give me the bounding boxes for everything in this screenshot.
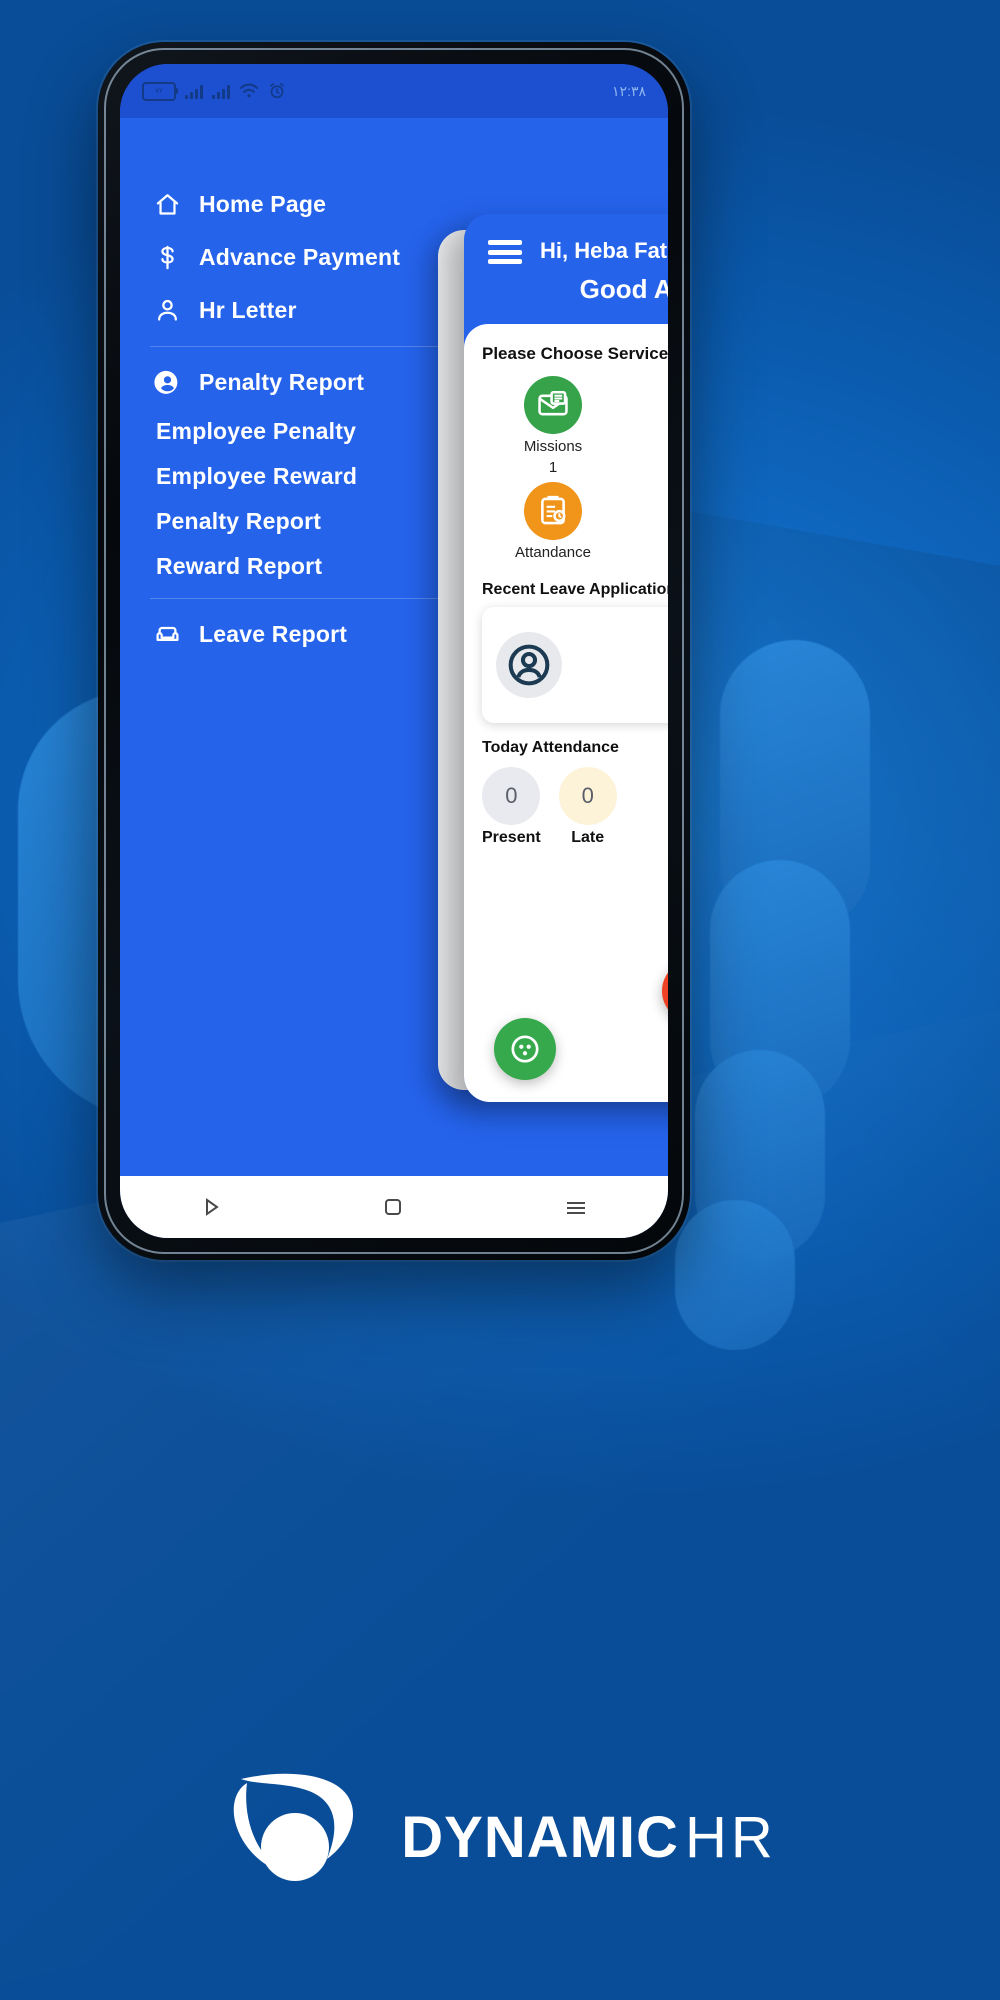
greeting-time: Good Afternoon [579, 274, 668, 304]
home-square-icon[interactable] [381, 1195, 405, 1219]
fab-row [494, 1018, 668, 1080]
finger-silhouette [675, 1200, 795, 1350]
sidebar-item-label: Penalty Report [199, 369, 365, 395]
sidebar-item-label: Employee Reward [156, 463, 358, 489]
person-outline-icon [154, 297, 181, 324]
attendance-row: 0 Present 0 Late [482, 767, 668, 847]
sidebar-item-label: Advance Payment [199, 244, 401, 270]
brand-wordmark: DYNAMIC HR [401, 1804, 776, 1871]
app-content-sheet: Please Choose Services Missions 1 Attand… [464, 324, 668, 1102]
phone-screen: ٧٢ ١٢:٣٨ Home Page Advance Payment Hr Le… [120, 64, 668, 1238]
home-icon [154, 191, 181, 218]
mail-document-icon [524, 376, 582, 434]
phone-device-frame: ٧٢ ١٢:٣٨ Home Page Advance Payment Hr Le… [98, 42, 690, 1260]
sidebar-item-label: Employee Penalty [156, 418, 357, 444]
app-header: Hi, Heba Fathy Good Afternoon [464, 214, 668, 324]
services-title: Please Choose Services [482, 344, 668, 363]
brand-logo: DYNAMIC HR [0, 1762, 1000, 1912]
signal-bars-icon [212, 84, 230, 99]
dollar-icon [154, 244, 181, 271]
app-home-screen-card: Hi, Heba Fathy Good Afternoon Please Cho… [464, 214, 668, 1102]
back-triangle-icon[interactable] [199, 1195, 223, 1219]
services-grid: Missions 1 Leave 3 [482, 376, 668, 565]
sidebar-item-label: Hr Letter [199, 297, 297, 323]
alarm-icon [270, 83, 284, 99]
status-bar-clock: ١٢:٣٨ [612, 82, 646, 99]
service-label: Attandance [515, 544, 591, 561]
service-count: 1 [548, 459, 558, 476]
recents-icon[interactable] [563, 1195, 589, 1219]
signal-bars-icon [185, 84, 203, 99]
service-label: Missions [523, 438, 583, 455]
service-leave[interactable]: Leave 3 [634, 376, 668, 476]
attendance-value: 0 [482, 767, 541, 825]
account-circle-icon [154, 369, 181, 396]
today-attendance-title: Today Attendance [482, 739, 619, 756]
wifi-icon [239, 83, 259, 98]
attendance-value: 0 [558, 767, 617, 825]
battery-level-text: ٧٢ [155, 88, 163, 95]
sidebar-item-label: Penalty Report [156, 508, 322, 534]
dynamic-drop-logo-icon [234, 1773, 354, 1881]
recent-leave-card[interactable] [482, 607, 668, 723]
user-avatar-icon [496, 632, 562, 698]
recent-leave-title: Recent Leave Application [482, 581, 668, 598]
attendance-label: Present [482, 829, 541, 846]
sidebar-item-label: Reward Report [156, 553, 323, 579]
fingerprint-green-fab[interactable] [494, 1018, 556, 1080]
attendance-present: 0 Present [482, 767, 541, 847]
brand-name-bold: DYNAMIC [401, 1804, 679, 1870]
clipboard-clock-icon [524, 482, 582, 540]
status-bar-left: ٧٢ [142, 81, 286, 101]
sofa-icon [154, 621, 181, 648]
emoji-face-fab[interactable] [662, 960, 668, 1022]
battery-icon: ٧٢ [142, 81, 178, 101]
service-missions[interactable]: Missions 1 [482, 376, 624, 476]
system-navigation-bar [120, 1176, 668, 1238]
attendance-late: 0 Late [558, 767, 617, 847]
status-bar: ٧٢ ١٢:٣٨ [120, 64, 668, 118]
greeting-name: Hi, Heba Fathy [540, 238, 668, 263]
hamburger-icon[interactable] [488, 240, 522, 264]
sidebar-item-label: Home Page [199, 191, 327, 217]
service-loan[interactable]: Loan [634, 482, 668, 565]
attendance-label: Late [571, 829, 605, 846]
sidebar-item-label: Leave Report [199, 621, 348, 647]
brand-name-light: HR [684, 1804, 777, 1870]
service-attandance[interactable]: Attandance [482, 482, 624, 565]
